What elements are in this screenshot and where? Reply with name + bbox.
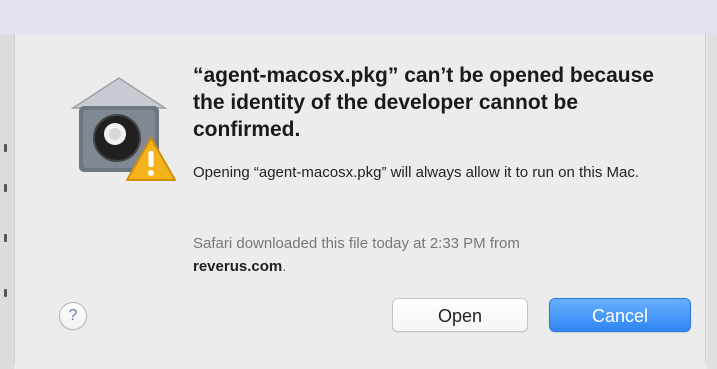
download-source-text: Safari downloaded this file today at 2:3… [193, 232, 673, 278]
download-source-suffix: . [282, 258, 287, 275]
open-button[interactable]: Open [392, 298, 528, 332]
window-top-strip [0, 0, 717, 35]
download-source-domain: reverus.com [193, 258, 283, 275]
download-source-prefix: Safari downloaded this file today at 2:3… [193, 235, 520, 252]
gatekeeper-alert-dialog: “agent-macosx.pkg” can’t be opened becau… [14, 34, 706, 364]
warning-triangle-icon [126, 137, 176, 181]
alert-info-text: Opening “agent-macosx.pkg” will always a… [193, 164, 640, 181]
screen: “agent-macosx.pkg” can’t be opened becau… [0, 0, 717, 369]
edge-mark [4, 144, 7, 152]
edge-mark [4, 234, 7, 242]
gatekeeper-house-icon [63, 68, 176, 186]
right-window-edge [707, 34, 717, 369]
edge-mark [4, 289, 7, 297]
cancel-button[interactable]: Cancel [549, 298, 691, 332]
edge-mark [4, 184, 7, 192]
alert-title: “agent-macosx.pkg” can’t be opened becau… [193, 64, 654, 141]
left-window-edge [0, 34, 14, 369]
help-button[interactable]: ? [59, 302, 87, 330]
